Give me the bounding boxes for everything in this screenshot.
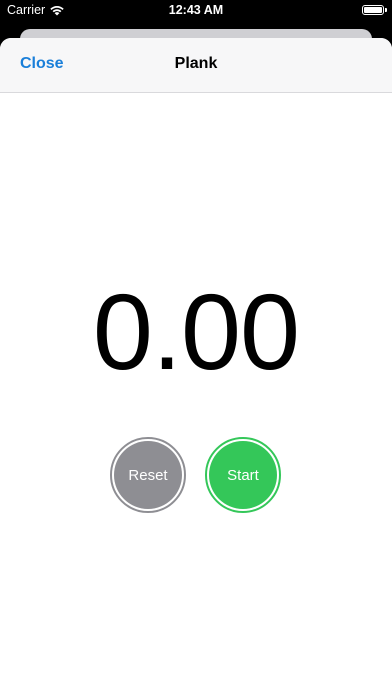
status-bar: Carrier 12:43 AM <box>0 0 392 22</box>
start-button-label: Start <box>209 441 277 509</box>
navigation-bar: Close Plank <box>0 38 392 93</box>
start-button[interactable]: Start <box>205 437 281 513</box>
reset-button-label: Reset <box>114 441 182 509</box>
app-screen: Carrier 12:43 AM Close Plank 0.00 Reset … <box>0 0 392 696</box>
status-time: 12:43 AM <box>168 3 224 17</box>
timer-display: 0.00 <box>92 271 300 392</box>
battery-level <box>364 7 382 13</box>
battery-icon <box>362 5 384 15</box>
nav-title: Plank <box>174 55 218 72</box>
reset-button[interactable]: Reset <box>110 437 186 513</box>
battery-cap <box>385 8 387 12</box>
